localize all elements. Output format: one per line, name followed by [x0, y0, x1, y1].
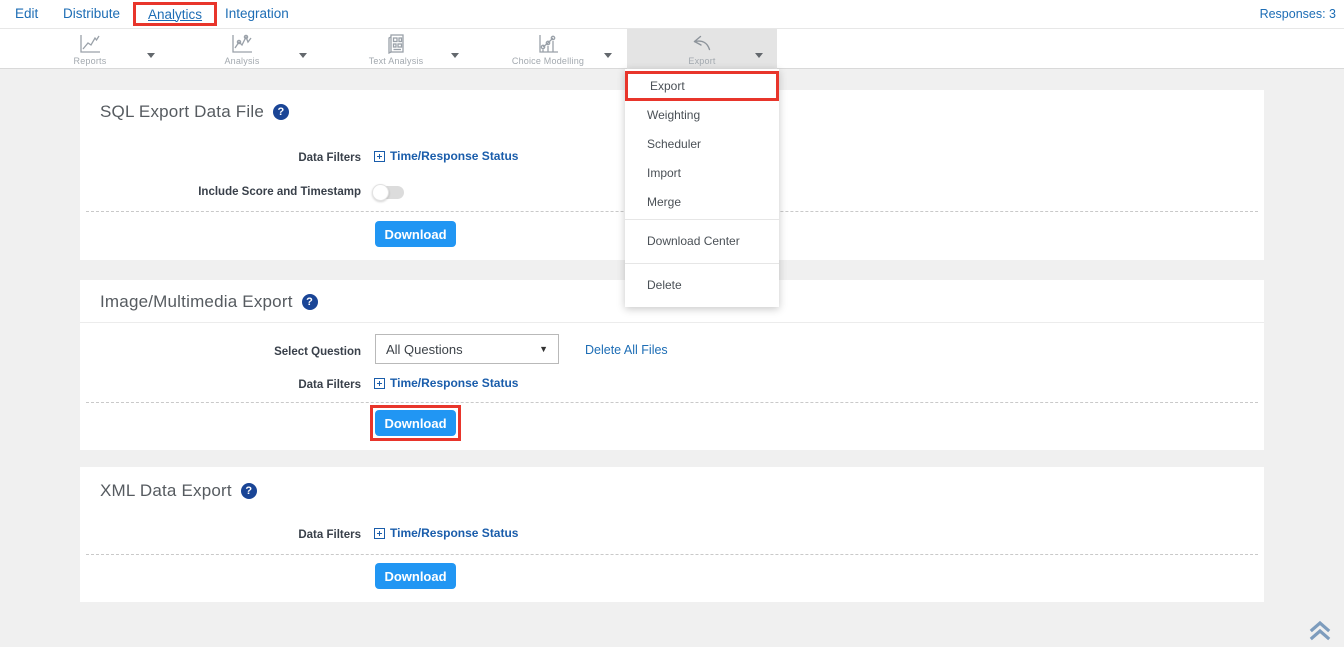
section-title-text: SQL Export Data File [100, 102, 264, 122]
dot-bar-chart-icon [536, 33, 560, 55]
menu-divider [625, 263, 779, 264]
plus-square-icon [374, 378, 385, 389]
document-icon [384, 33, 408, 55]
time-response-status-link[interactable]: Time/Response Status [374, 149, 518, 163]
chevron-down-icon [147, 53, 155, 58]
menu-item-import[interactable]: Import [625, 159, 779, 188]
scatter-line-chart-icon [230, 33, 254, 55]
toolbar-item-analysis[interactable]: Analysis [182, 29, 302, 69]
filter-link-label: Time/Response Status [390, 376, 518, 390]
select-question-label: Select Question [80, 346, 361, 358]
xml-download-button[interactable]: Download [375, 563, 456, 589]
help-icon[interactable]: ? [273, 104, 289, 120]
menu-item-weighting[interactable]: Weighting [625, 101, 779, 130]
select-arrow-icon: ▼ [539, 344, 548, 354]
download-highlight-box: Download [370, 405, 461, 441]
export-arrow-icon [690, 33, 714, 55]
toolbar-item-label: Text Analysis [336, 56, 456, 66]
text-analysis-dropdown-caret[interactable] [451, 45, 467, 57]
delete-all-files-link[interactable]: Delete All Files [585, 343, 668, 357]
toolbar-item-text-analysis[interactable]: Text Analysis [336, 29, 456, 69]
analytics-toolbar: Reports Analysis Text Analysis [0, 29, 1344, 69]
nav-tab-integration[interactable]: Integration [225, 0, 289, 28]
chevron-down-icon [299, 53, 307, 58]
sql-download-button[interactable]: Download [375, 221, 456, 247]
xml-export-section: XML Data Export ? Data Filters Time/Resp… [80, 467, 1264, 602]
section-title-text: XML Data Export [100, 481, 232, 501]
nav-tab-analytics[interactable]: Analytics [148, 7, 202, 22]
toolbar-item-label: Choice Modelling [488, 56, 608, 66]
question-select-value: All Questions [386, 342, 463, 357]
plus-square-icon [374, 151, 385, 162]
menu-item-scheduler[interactable]: Scheduler [625, 130, 779, 159]
dashed-divider [86, 554, 1258, 555]
section-title: SQL Export Data File ? [100, 102, 289, 122]
section-title: Image/Multimedia Export ? [100, 292, 318, 312]
filter-link-label: Time/Response Status [390, 526, 518, 540]
choice-modelling-dropdown-caret[interactable] [604, 45, 620, 57]
dashed-divider [86, 402, 1258, 403]
scroll-to-top-button[interactable] [1308, 620, 1332, 642]
help-icon[interactable]: ? [241, 483, 257, 499]
double-chevron-up-icon [1308, 620, 1332, 642]
data-filters-label: Data Filters [80, 379, 361, 391]
section-header-divider [80, 322, 1264, 323]
filter-link-label: Time/Response Status [390, 149, 518, 163]
analysis-dropdown-caret[interactable] [299, 45, 315, 57]
toolbar-item-export[interactable]: Export [627, 29, 777, 69]
reports-dropdown-caret[interactable] [147, 45, 163, 57]
include-score-timestamp-label: Include Score and Timestamp [80, 186, 361, 198]
menu-item-export[interactable]: Export [625, 71, 779, 101]
question-select[interactable]: All Questions ▼ [375, 334, 559, 364]
help-icon[interactable]: ? [302, 294, 318, 310]
export-dropdown-menu: Export Weighting Scheduler Import Merge … [625, 69, 779, 307]
analytics-highlight-box: Analytics [133, 2, 217, 26]
line-chart-icon [78, 33, 102, 55]
time-response-status-link[interactable]: Time/Response Status [374, 526, 518, 540]
chevron-down-icon [604, 53, 612, 58]
responses-count[interactable]: Responses: 3 [1260, 0, 1336, 28]
nav-tab-edit[interactable]: Edit [15, 0, 38, 28]
plus-square-icon [374, 528, 385, 539]
toolbar-item-choice-modelling[interactable]: Choice Modelling [488, 29, 608, 69]
menu-item-delete[interactable]: Delete [625, 266, 779, 305]
menu-divider [625, 219, 779, 220]
data-filters-label: Data Filters [80, 152, 361, 164]
export-dropdown-caret[interactable] [755, 45, 771, 57]
top-navigation: Edit Distribute Analytics Integration Re… [0, 0, 1344, 29]
toolbar-item-label: Analysis [182, 56, 302, 66]
chevron-down-icon [755, 53, 763, 58]
nav-tab-distribute[interactable]: Distribute [63, 0, 120, 28]
image-download-button[interactable]: Download [375, 410, 456, 436]
menu-item-download-center[interactable]: Download Center [625, 222, 779, 261]
section-title: XML Data Export ? [100, 481, 257, 501]
time-response-status-link[interactable]: Time/Response Status [374, 376, 518, 390]
toolbar-item-reports[interactable]: Reports [30, 29, 150, 69]
include-score-timestamp-toggle[interactable] [374, 186, 404, 199]
toolbar-item-label: Reports [30, 56, 150, 66]
data-filters-label: Data Filters [80, 529, 361, 541]
toggle-knob [372, 184, 389, 201]
section-title-text: Image/Multimedia Export [100, 292, 293, 312]
chevron-down-icon [451, 53, 459, 58]
menu-item-merge[interactable]: Merge [625, 188, 779, 217]
